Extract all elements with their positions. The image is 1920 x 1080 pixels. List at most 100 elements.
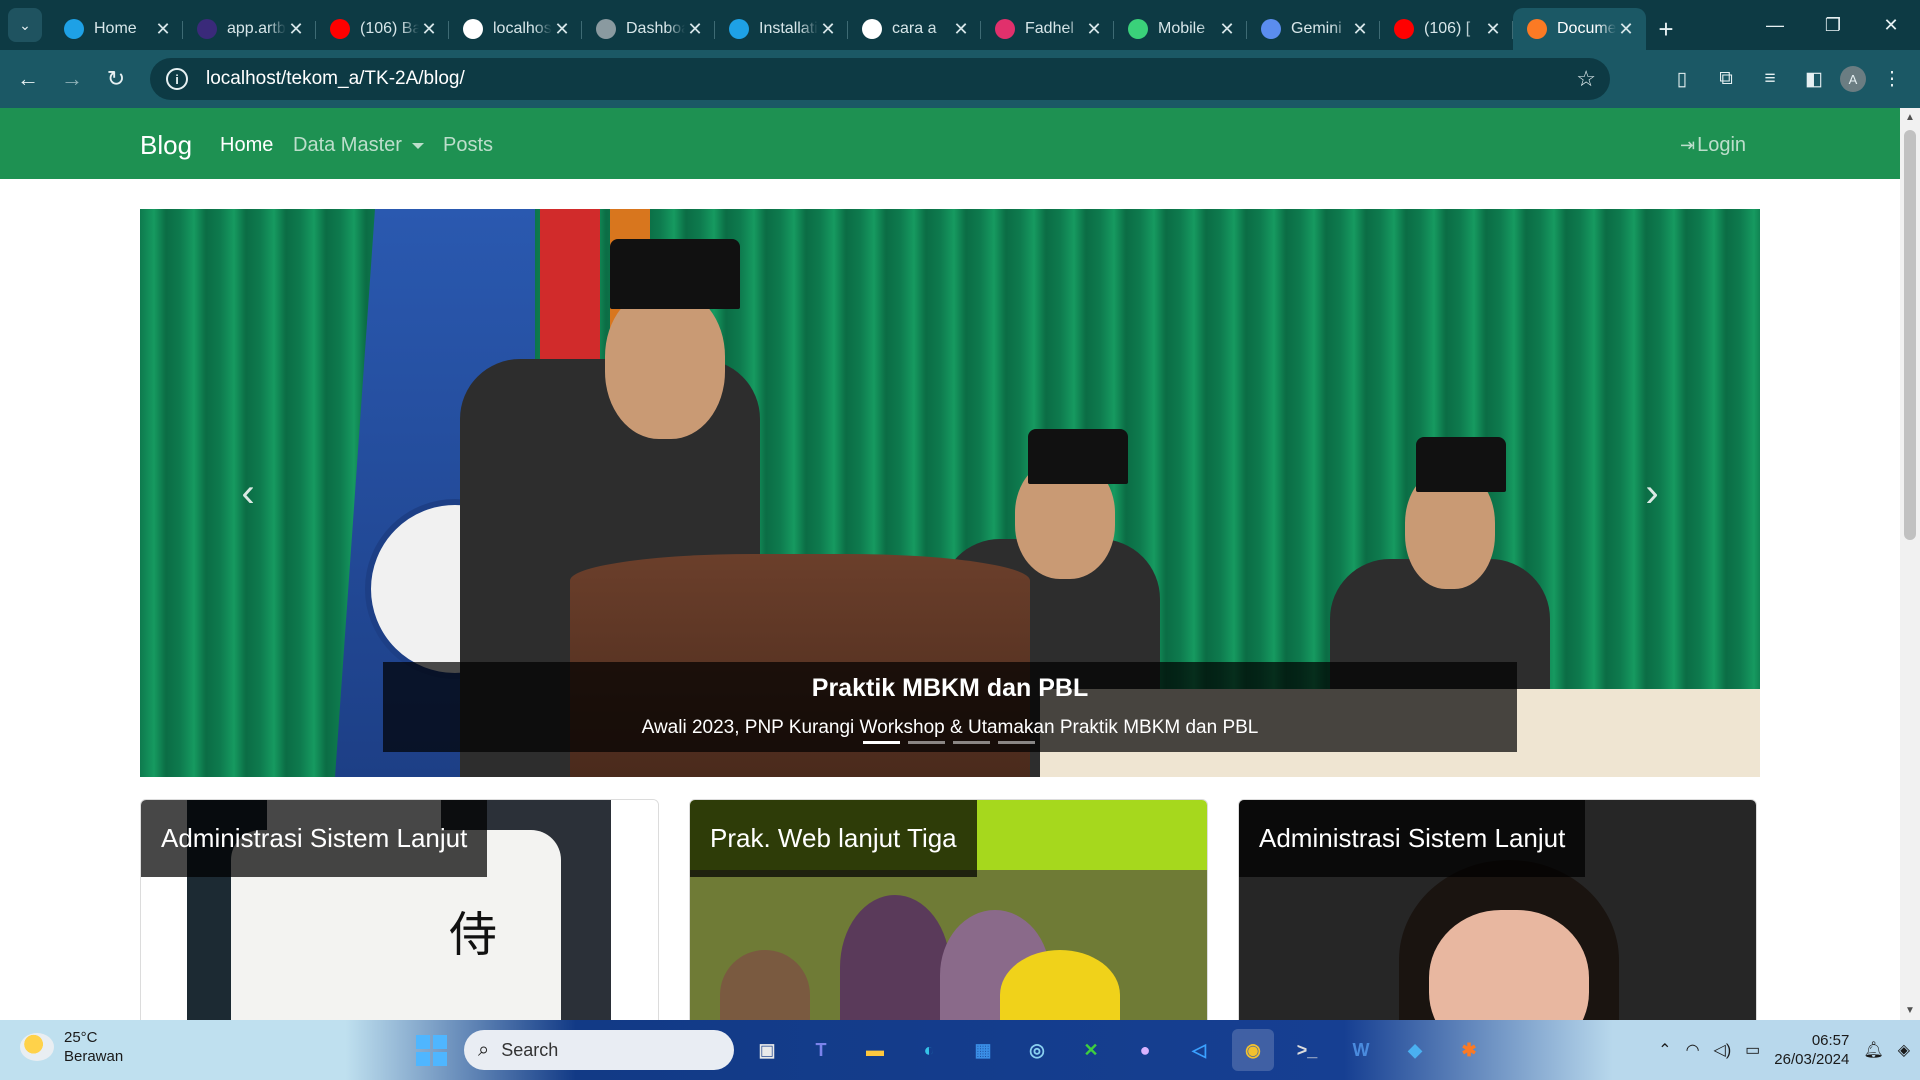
post-card[interactable]: Prak. Web lanjut Tiga	[689, 799, 1208, 1020]
tab-search-button[interactable]: ⌄	[8, 8, 42, 42]
image-shape	[1429, 910, 1589, 1020]
cap-shape	[610, 239, 740, 309]
nav-link-posts[interactable]: Posts	[443, 134, 493, 157]
battery-icon[interactable]: ▭	[1745, 1040, 1760, 1060]
github-icon[interactable]: ●	[1124, 1029, 1166, 1071]
scroll-down-icon[interactable]: ▼	[1900, 1005, 1920, 1016]
browser-tab[interactable]: Home ✕	[50, 8, 183, 50]
carousel-next-icon[interactable]: ›	[1632, 471, 1672, 515]
browser-tab[interactable]: Dashboard✕	[582, 8, 715, 50]
close-tab-icon[interactable]: ✕	[1350, 19, 1370, 40]
address-bar[interactable]: i localhost/tekom_a/TK-2A/blog/ ☆	[150, 58, 1610, 100]
speaker-head	[605, 289, 725, 439]
scrollbar-thumb[interactable]	[1904, 130, 1916, 540]
page-scrollbar[interactable]: ▲ ▼	[1900, 108, 1920, 1020]
cap-shape	[1028, 429, 1128, 484]
app-icon[interactable]: ◎	[1016, 1029, 1058, 1071]
chrome-icon[interactable]: ◉	[1232, 1029, 1274, 1071]
browser-tab[interactable]: (106) [✕	[1380, 8, 1513, 50]
page-viewport: Blog Home Data Master Posts ⇥ Login ‹ › P…	[0, 108, 1920, 1020]
bookmark-star-icon[interactable]: ☆	[1576, 66, 1596, 92]
os-taskbar: 25°C Berawan ⌕ Search ▣ T ▬ ◐ ▦ ◎ ✕ ● ◁ …	[0, 1020, 1920, 1080]
close-tab-icon[interactable]: ✕	[1217, 19, 1237, 40]
nav-dropdown-data-master[interactable]: Data Master	[293, 134, 424, 157]
close-tab-icon[interactable]: ✕	[552, 19, 572, 40]
carousel-title: Praktik MBKM dan PBL	[811, 674, 1089, 702]
volume-icon[interactable]: ◁)	[1714, 1040, 1732, 1060]
browser-tab[interactable]: Installation✕	[715, 8, 848, 50]
carousel-indicator[interactable]	[908, 741, 945, 744]
restore-icon[interactable]: ❐	[1804, 0, 1862, 50]
file-explorer-icon[interactable]: ▬	[854, 1029, 896, 1071]
post-card[interactable]: Administrasi Sistem Lanjut	[1238, 799, 1757, 1020]
reading-list-icon[interactable]: ▯	[1664, 61, 1700, 97]
weather-widget[interactable]: 25°C Berawan	[20, 1028, 123, 1066]
browser-tab[interactable]: cara a ✕	[848, 8, 981, 50]
close-tab-icon[interactable]: ✕	[1483, 19, 1503, 40]
browser-tab[interactable]: (106) Bagaimana✕	[316, 8, 449, 50]
windows-start-icon[interactable]	[410, 1029, 452, 1071]
copilot-icon[interactable]: ◈	[1898, 1040, 1910, 1060]
close-tab-icon[interactable]: ✕	[419, 19, 439, 40]
side-panel-icon[interactable]: ◧	[1796, 61, 1832, 97]
carousel-prev-icon[interactable]: ‹	[228, 471, 268, 515]
close-window-icon[interactable]: ✕	[1862, 0, 1920, 50]
teams-icon[interactable]: T	[800, 1029, 842, 1071]
media-control-icon[interactable]: ≡	[1752, 61, 1788, 97]
tab-title: (106) Bagaimana	[360, 20, 419, 37]
wifi-icon[interactable]: ◠	[1686, 1040, 1700, 1060]
menu-icon[interactable]: ⋮	[1874, 61, 1910, 97]
minimize-icon[interactable]: —	[1746, 0, 1804, 50]
post-card-title: Administrasi Sistem Lanjut	[141, 800, 488, 877]
carousel-caption: Praktik MBKM dan PBL Awali 2023, PNP Kur…	[383, 662, 1517, 752]
browser-tab[interactable]: localhost ✕	[449, 8, 582, 50]
browser-tab[interactable]: app.artbreeder✕	[183, 8, 316, 50]
weather-text: 25°C Berawan	[64, 1028, 123, 1066]
close-tab-icon[interactable]: ✕	[685, 19, 705, 40]
close-tab-icon[interactable]: ✕	[286, 19, 306, 40]
url-text[interactable]: localhost/tekom_a/TK-2A/blog/	[206, 68, 465, 90]
notification-bell-icon[interactable]: 🔔︎	[1863, 1040, 1883, 1060]
edge-icon[interactable]: ◐	[908, 1029, 950, 1071]
globe-icon	[596, 19, 616, 39]
nav-link-login[interactable]: ⇥ Login	[1680, 134, 1746, 157]
store-icon[interactable]: ▦	[962, 1029, 1004, 1071]
reload-icon[interactable]: ↻	[94, 57, 138, 101]
nav-link-home[interactable]: Home	[220, 134, 273, 157]
profile-avatar[interactable]: A	[1840, 66, 1866, 92]
close-tab-icon[interactable]: ✕	[1616, 19, 1636, 40]
back-icon[interactable]: ←	[6, 57, 50, 101]
carousel-indicator[interactable]	[998, 741, 1035, 744]
post-card[interactable]: 侍 Administrasi Sistem Lanjut	[140, 799, 659, 1020]
xbox-icon[interactable]: ✕	[1070, 1029, 1112, 1071]
browser-tab[interactable]: Document✕	[1513, 8, 1646, 50]
close-tab-icon[interactable]: ✕	[818, 19, 838, 40]
terminal-icon[interactable]: >_	[1286, 1029, 1328, 1071]
clock[interactable]: 06:57 26/03/2024	[1774, 1031, 1849, 1069]
navbar-brand[interactable]: Blog	[140, 130, 192, 161]
docker-icon[interactable]: ◆	[1394, 1029, 1436, 1071]
browser-tab[interactable]: Mobile ✕	[1114, 8, 1247, 50]
task-view-icon[interactable]: ▣	[746, 1029, 788, 1071]
word-icon[interactable]: W	[1340, 1029, 1382, 1071]
forward-icon[interactable]: →	[50, 57, 94, 101]
vscode-icon[interactable]: ◁	[1178, 1029, 1220, 1071]
tab-title: Home	[94, 20, 137, 37]
image-shape: 侍	[449, 907, 498, 963]
tab-title: localhost	[493, 20, 552, 37]
browser-tab[interactable]: Gemini ✕	[1247, 8, 1380, 50]
browser-tab[interactable]: Fadhel ✕	[981, 8, 1114, 50]
new-tab-button[interactable]: +	[1646, 8, 1686, 50]
google-icon	[463, 19, 483, 39]
scroll-up-icon[interactable]: ▲	[1900, 112, 1920, 123]
carousel-indicator[interactable]	[953, 741, 990, 744]
carousel-indicator[interactable]	[863, 741, 900, 744]
chevron-up-icon[interactable]: ⌃	[1658, 1040, 1671, 1060]
close-tab-icon[interactable]: ✕	[153, 19, 173, 40]
close-tab-icon[interactable]: ✕	[1084, 19, 1104, 40]
taskbar-search[interactable]: ⌕ Search	[464, 1030, 734, 1070]
close-tab-icon[interactable]: ✕	[951, 19, 971, 40]
xampp-icon[interactable]: ✱	[1448, 1029, 1490, 1071]
extensions-icon[interactable]: ⧉	[1708, 61, 1744, 97]
site-info-icon[interactable]: i	[166, 68, 188, 90]
